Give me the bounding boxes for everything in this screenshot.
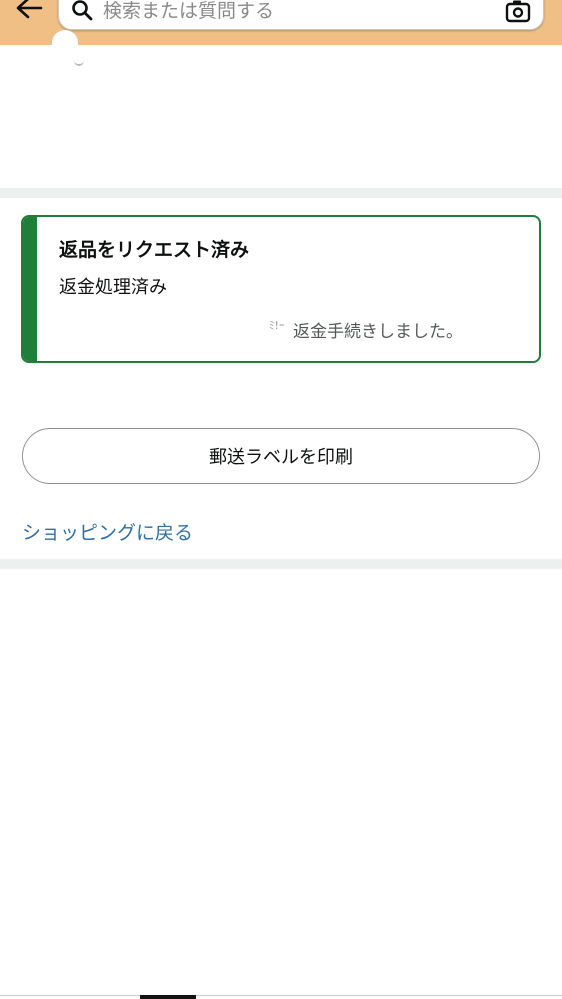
section-divider [0, 559, 562, 569]
top-header [0, 0, 562, 56]
refund-detail-text: 返金手続きしました。 [293, 322, 463, 342]
bottom-divider [0, 995, 562, 996]
header-notch [52, 30, 78, 56]
return-status-title: 返品をリクエスト済み [59, 239, 250, 261]
arrow-left-icon [16, 0, 43, 19]
back-to-shopping-link[interactable]: ショッピングに戻る [22, 518, 193, 545]
print-shipping-label-button[interactable]: 郵送ラベルを印刷 [22, 428, 540, 484]
return-status-card: 返品をリクエスト済み 返金処理済み ﾐ!ｰ 返金手続きしました。 [21, 215, 541, 363]
refund-detail-fragment: ﾐ!ｰ [269, 319, 285, 332]
back-button[interactable] [14, 0, 44, 22]
search-icon [72, 0, 93, 21]
section-divider [0, 188, 562, 198]
search-input[interactable] [103, 0, 483, 25]
camera-icon[interactable] [505, 0, 531, 23]
search-bar[interactable] [58, 0, 544, 30]
home-indicator [140, 995, 196, 999]
refund-status-text: 返金処理済み [59, 277, 167, 298]
loading-mark [74, 60, 84, 66]
status-accent-bar [23, 217, 37, 361]
